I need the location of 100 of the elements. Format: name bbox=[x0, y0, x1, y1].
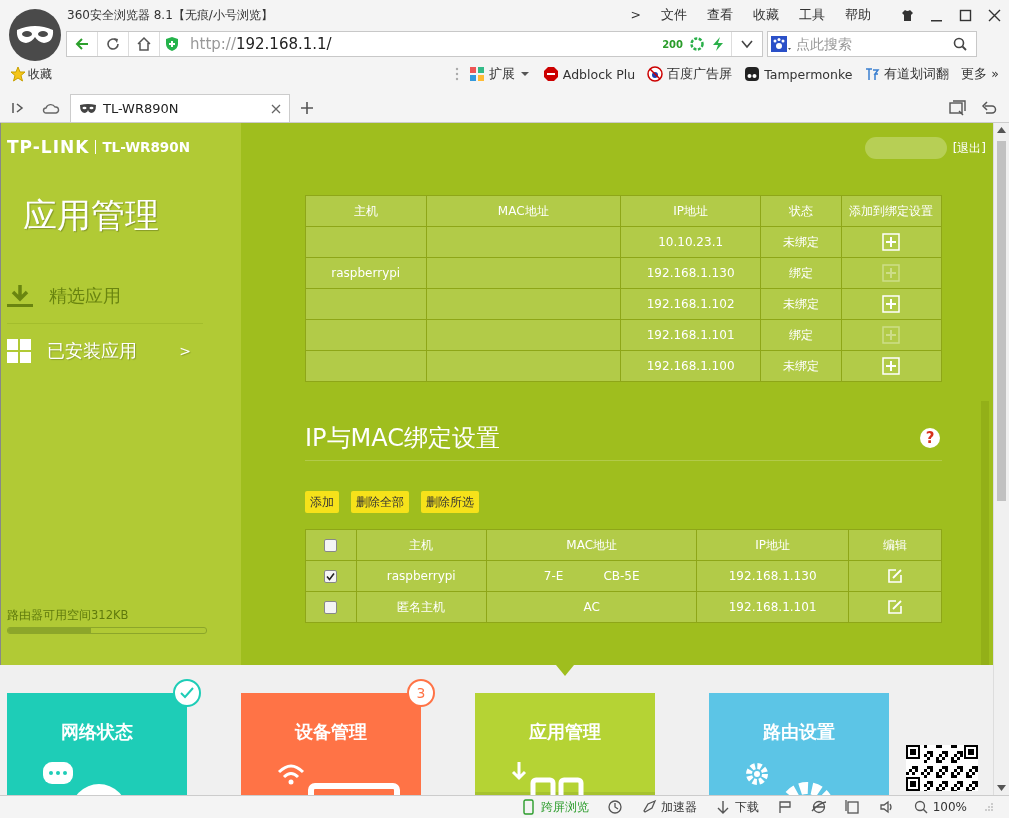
checkbox[interactable] bbox=[324, 570, 338, 583]
table-cell: 192.168.1.101 bbox=[620, 319, 761, 351]
home-icon[interactable] bbox=[136, 36, 152, 52]
mac-fragment: CB-5E bbox=[603, 569, 640, 583]
table-cell: 192.168.1.100 bbox=[620, 350, 761, 382]
clock-icon[interactable] bbox=[606, 799, 623, 815]
browser-tab[interactable]: TL-WR890N bbox=[70, 94, 290, 122]
menu-item[interactable]: 查看 bbox=[707, 6, 733, 24]
scroll-up-icon[interactable] bbox=[997, 127, 1006, 133]
prohibition-icon bbox=[647, 66, 664, 82]
scrollbar-thumb[interactable] bbox=[997, 141, 1006, 501]
check-icon bbox=[326, 572, 336, 581]
table-cell: 192.168.1.130 bbox=[620, 257, 761, 289]
table-cell: 未绑定 bbox=[760, 350, 842, 382]
status-item[interactable]: 加速器 bbox=[640, 798, 697, 816]
back-icon[interactable] bbox=[74, 36, 90, 52]
table-cell: 192.168.1.101 bbox=[696, 591, 849, 623]
undo-icon[interactable] bbox=[981, 100, 997, 116]
avatar-pill-icon bbox=[864, 137, 947, 159]
column-header: 主机 bbox=[305, 195, 426, 227]
scroll-down-icon[interactable] bbox=[997, 785, 1006, 791]
zoom-icon[interactable] bbox=[912, 799, 929, 815]
status-code: 200 bbox=[662, 38, 683, 50]
flag-icon[interactable] bbox=[776, 799, 793, 815]
model-name: TL-WR890N bbox=[102, 139, 190, 155]
shield-icon bbox=[164, 36, 180, 52]
browser-e-icon[interactable] bbox=[810, 799, 827, 815]
close-icon[interactable] bbox=[988, 8, 1001, 22]
mask-icon bbox=[79, 102, 97, 115]
table-cell: 绑定 bbox=[760, 257, 842, 289]
shirt-icon[interactable] bbox=[901, 8, 914, 22]
count-badge: 3 bbox=[407, 679, 435, 707]
checkbox[interactable] bbox=[324, 539, 338, 552]
menu-item[interactable]: 帮助 bbox=[845, 6, 871, 24]
stop-sign-icon bbox=[542, 66, 559, 82]
mac-fragment: AC bbox=[583, 600, 600, 614]
extension-button[interactable]: 有道划词翻 bbox=[864, 65, 950, 83]
status-item[interactable]: 100% bbox=[912, 799, 967, 815]
extension-button[interactable]: 扩展 bbox=[468, 65, 531, 83]
speaker-icon[interactable] bbox=[878, 799, 895, 815]
grid-icon bbox=[7, 339, 31, 363]
table-cell: 10.10.23.1 bbox=[620, 226, 761, 258]
new-tab-icon[interactable] bbox=[300, 101, 314, 115]
paw-icon[interactable] bbox=[770, 35, 792, 53]
checkbox[interactable] bbox=[324, 601, 338, 614]
maximize-icon[interactable] bbox=[959, 8, 972, 22]
drag-handle-icon bbox=[454, 67, 459, 81]
page-title: 应用管理 bbox=[23, 194, 160, 237]
mask-logo-icon bbox=[8, 8, 62, 62]
menu-item[interactable]: 工具 bbox=[799, 6, 825, 24]
column-header: MAC地址 bbox=[426, 195, 621, 227]
window-title: 360安全浏览器 8.1【无痕/小号浏览】 bbox=[67, 6, 274, 24]
monkey-face-icon bbox=[744, 66, 761, 82]
translate-icon bbox=[864, 66, 881, 82]
table-cell: raspberrypi bbox=[356, 560, 487, 592]
table-cell: 192.168.1.130 bbox=[696, 560, 849, 592]
more-button[interactable]: 更多 » bbox=[961, 65, 999, 83]
storage-label: 路由器可用空间312KB bbox=[7, 608, 130, 623]
lightning-icon[interactable] bbox=[711, 36, 725, 52]
search-icon[interactable] bbox=[952, 36, 968, 52]
table-cell: 192.168.1.102 bbox=[620, 288, 761, 320]
column-header: 主机 bbox=[356, 529, 487, 561]
download-icon bbox=[7, 283, 33, 309]
extension-button[interactable]: Adblock Plu bbox=[542, 66, 636, 82]
inner-scrollbar[interactable] bbox=[981, 401, 989, 665]
menu-item[interactable]: 文件 bbox=[661, 6, 687, 24]
extension-button[interactable]: Tampermonke bbox=[744, 66, 853, 82]
url-text[interactable]: http://192.168.1.1/ bbox=[184, 35, 663, 53]
status-item[interactable]: 下载 bbox=[714, 798, 759, 816]
table-cell: 未绑定 bbox=[760, 226, 842, 258]
table-cell: raspberrypi bbox=[305, 257, 426, 289]
column-header: 编辑 bbox=[848, 529, 942, 561]
phone-icon[interactable] bbox=[520, 799, 537, 815]
window-icon[interactable] bbox=[844, 799, 861, 815]
extension-button[interactable]: 百度广告屏 bbox=[647, 65, 733, 83]
menu-item[interactable]: > bbox=[630, 6, 641, 24]
favorites-button[interactable]: 收藏 bbox=[10, 65, 52, 83]
check-icon bbox=[180, 687, 194, 699]
qr-code-icon bbox=[906, 745, 978, 791]
reload-icon[interactable] bbox=[105, 36, 121, 52]
section-title: IP与MAC绑定设置 bbox=[305, 423, 501, 454]
refresh-icon[interactable] bbox=[689, 36, 705, 52]
action-button[interactable]: 添加 bbox=[305, 491, 339, 513]
action-button[interactable]: 删除全部 bbox=[351, 491, 409, 513]
menu-item[interactable]: 收藏 bbox=[753, 6, 779, 24]
brand-logo: TP-LINK bbox=[7, 137, 90, 157]
sidebar-toggle-icon[interactable] bbox=[10, 100, 26, 116]
mac-fragment: 7-E bbox=[543, 569, 564, 583]
column-header: IP地址 bbox=[696, 529, 849, 561]
table-cell: 未绑定 bbox=[760, 288, 842, 320]
search-input[interactable]: 点此搜索 bbox=[794, 35, 944, 53]
table-cell: 绑定 bbox=[760, 319, 842, 351]
star-icon bbox=[10, 66, 26, 82]
help-button[interactable]: ? bbox=[920, 428, 940, 448]
action-button[interactable]: 删除所选 bbox=[421, 491, 479, 513]
tab-list-icon[interactable] bbox=[949, 100, 967, 116]
close-icon[interactable] bbox=[271, 103, 281, 114]
column-header: MAC地址 bbox=[486, 529, 697, 561]
search-field[interactable]: 点此搜索 bbox=[767, 31, 977, 57]
column-header: 添加到绑定设置 bbox=[841, 195, 942, 227]
